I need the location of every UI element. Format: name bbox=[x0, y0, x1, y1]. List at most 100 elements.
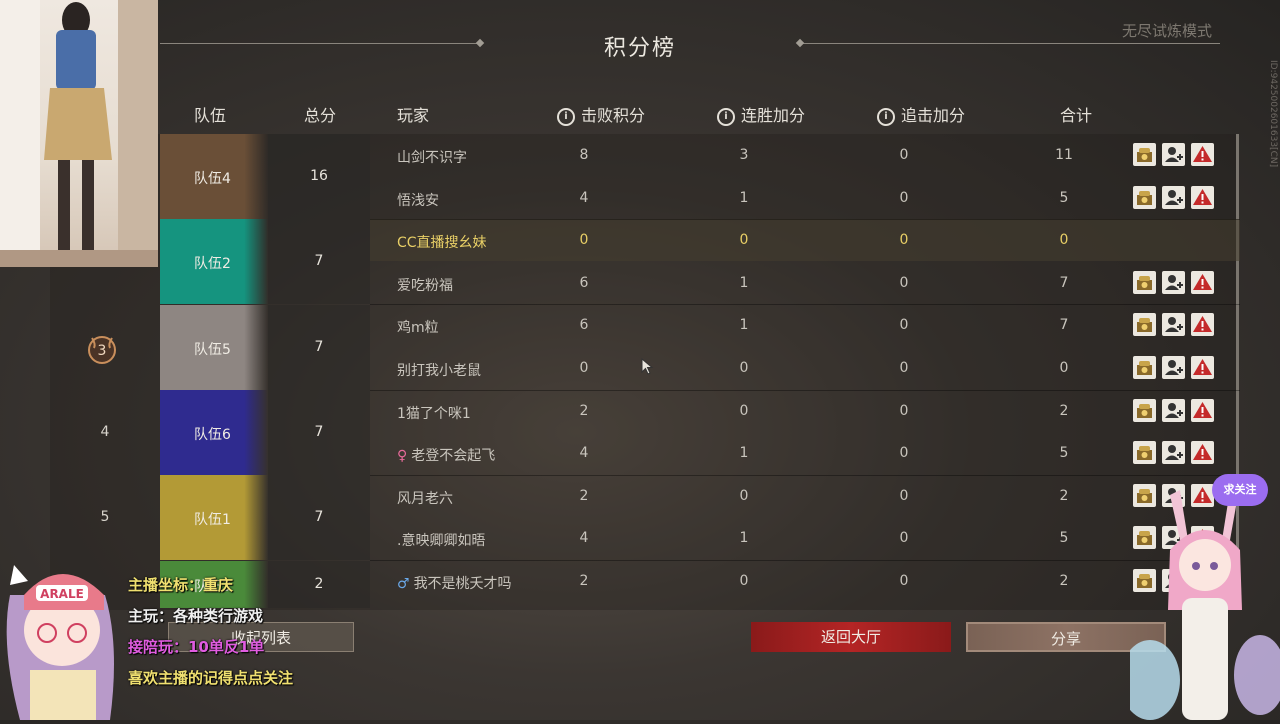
player-chase-value: 0 bbox=[899, 232, 909, 248]
player-sum-value: 7 bbox=[1059, 275, 1069, 291]
player-defeat-value: 4 bbox=[579, 190, 589, 206]
rank-number: 3 bbox=[98, 343, 107, 359]
player-chase-value: 0 bbox=[899, 190, 909, 206]
player-name-cell: CC直播搜幺妹 bbox=[397, 232, 547, 252]
scoreboard-title: 积分榜 bbox=[603, 36, 676, 61]
player-name[interactable]: .意映卿卿如晤 bbox=[397, 533, 485, 549]
add-friend-icon[interactable] bbox=[1162, 313, 1185, 336]
player-sum-value: 2 bbox=[1059, 573, 1069, 589]
webcam-figure-image bbox=[0, 0, 158, 267]
player-name-cell: ♀ 老登不会起飞 bbox=[397, 445, 547, 465]
player-name-cell: 风月老六 bbox=[397, 488, 547, 508]
column-header-total: 总分 bbox=[304, 106, 337, 125]
player-chase-value: 0 bbox=[899, 360, 909, 376]
player-name-cell: 1猫了个咪1 bbox=[397, 403, 547, 423]
player-actions bbox=[1133, 313, 1217, 337]
add-friend-icon[interactable] bbox=[1162, 356, 1185, 379]
title-divider-left bbox=[160, 43, 480, 44]
team-name: 队伍4 bbox=[194, 170, 231, 187]
column-header-streak-label: 连胜加分 bbox=[741, 106, 806, 125]
player-sum-value: 0 bbox=[1059, 360, 1069, 376]
row-divider bbox=[370, 560, 1240, 561]
gift-icon[interactable] bbox=[1133, 186, 1156, 209]
return-lobby-button[interactable]: 返回大厅 bbox=[751, 622, 951, 652]
player-defeat-value: 2 bbox=[579, 403, 589, 419]
gift-icon[interactable] bbox=[1133, 271, 1156, 294]
add-friend-icon[interactable] bbox=[1162, 186, 1185, 209]
player-name[interactable]: 1猫了个咪1 bbox=[397, 406, 471, 422]
player-name[interactable]: 悟浅安 bbox=[397, 193, 439, 209]
player-name[interactable]: 鸡m粒 bbox=[397, 320, 439, 336]
player-streak-value: 1 bbox=[739, 445, 749, 461]
player-name[interactable]: 老登不会起飞 bbox=[411, 448, 495, 464]
anime-avatar-left: ARALE bbox=[0, 555, 130, 720]
report-warning-icon[interactable] bbox=[1191, 143, 1214, 166]
mouse-cursor-icon bbox=[641, 358, 654, 375]
player-name-cell: 爱吃粉福 bbox=[397, 275, 547, 295]
title-divider-dot-right bbox=[795, 38, 805, 48]
bronze-rank-badge-icon: 3 bbox=[88, 335, 116, 364]
rank-number: 4 bbox=[100, 423, 110, 440]
player-chase-value: 0 bbox=[899, 147, 909, 163]
player-name-cell: 别打我小老鼠 bbox=[397, 360, 547, 380]
report-warning-icon[interactable] bbox=[1191, 441, 1214, 464]
report-warning-icon[interactable] bbox=[1191, 186, 1214, 209]
streamer-main-game-text: 主玩：各种类行游戏 bbox=[128, 607, 264, 625]
player-name-cell: 悟浅安 bbox=[397, 190, 547, 210]
gift-icon[interactable] bbox=[1133, 143, 1156, 166]
team-total-score: 2 bbox=[314, 575, 324, 592]
add-friend-icon[interactable] bbox=[1162, 143, 1185, 166]
female-icon: ♀ bbox=[397, 448, 408, 464]
player-streak-value: 1 bbox=[739, 190, 749, 206]
add-friend-icon[interactable] bbox=[1162, 441, 1185, 464]
team-name: 队伍1 bbox=[194, 511, 231, 528]
player-sum-value: 11 bbox=[1055, 147, 1073, 163]
column-header-defeat-label: 击败积分 bbox=[581, 106, 646, 125]
gift-icon[interactable] bbox=[1133, 441, 1156, 464]
player-name[interactable]: 风月老六 bbox=[397, 491, 453, 507]
player-name[interactable]: 我不是桃夭才吗 bbox=[414, 576, 512, 592]
player-defeat-value: 6 bbox=[579, 275, 589, 291]
column-header-chase: i 追击加分 bbox=[877, 102, 965, 126]
player-name[interactable]: 爱吃粉福 bbox=[397, 278, 453, 294]
column-header-chase-label: 追击加分 bbox=[901, 106, 966, 125]
player-name[interactable]: 别打我小老鼠 bbox=[397, 363, 481, 379]
player-name[interactable]: CC直播搜幺妹 bbox=[397, 235, 487, 251]
gift-icon[interactable] bbox=[1133, 356, 1156, 379]
row-divider bbox=[370, 475, 1240, 476]
streamer-service-text: 接陪玩：10单反1单 bbox=[128, 638, 265, 656]
report-warning-icon[interactable] bbox=[1191, 356, 1214, 379]
player-streak-value: 1 bbox=[739, 317, 749, 333]
rank-number: 5 bbox=[100, 508, 110, 525]
report-warning-icon[interactable] bbox=[1191, 313, 1214, 336]
report-warning-icon[interactable] bbox=[1191, 271, 1214, 294]
gift-icon[interactable] bbox=[1133, 313, 1156, 336]
team-total-score: 7 bbox=[314, 338, 324, 355]
info-icon[interactable]: i bbox=[717, 107, 735, 126]
anime-avatar-right bbox=[1120, 480, 1280, 720]
player-streak-value: 0 bbox=[739, 573, 749, 589]
player-defeat-value: 2 bbox=[579, 573, 589, 589]
gift-icon[interactable] bbox=[1133, 399, 1156, 422]
player-streak-value: 1 bbox=[739, 530, 749, 546]
player-name[interactable]: 山剑不识字 bbox=[397, 150, 467, 166]
add-friend-icon[interactable] bbox=[1162, 399, 1185, 422]
player-defeat-value: 6 bbox=[579, 317, 589, 333]
game-mode-label: 无尽试炼模式 bbox=[1121, 22, 1212, 40]
player-defeat-value: 4 bbox=[579, 530, 589, 546]
streamer-follow-text: 喜欢主播的记得点点关注 bbox=[128, 669, 294, 687]
info-icon[interactable]: i bbox=[557, 107, 575, 126]
player-name-cell: .意映卿卿如晤 bbox=[397, 530, 547, 550]
webcam-overlay bbox=[0, 0, 158, 267]
column-header-defeat: i 击败积分 bbox=[557, 102, 645, 126]
player-chase-value: 0 bbox=[899, 317, 909, 333]
player-defeat-value: 0 bbox=[579, 360, 589, 376]
column-header-streak: i 连胜加分 bbox=[717, 102, 805, 126]
player-actions bbox=[1133, 186, 1217, 210]
info-icon[interactable]: i bbox=[877, 107, 895, 126]
player-sum-value: 2 bbox=[1059, 403, 1069, 419]
player-defeat-value: 2 bbox=[579, 488, 589, 504]
report-warning-icon[interactable] bbox=[1191, 399, 1214, 422]
add-friend-icon[interactable] bbox=[1162, 271, 1185, 294]
player-actions bbox=[1133, 271, 1217, 295]
